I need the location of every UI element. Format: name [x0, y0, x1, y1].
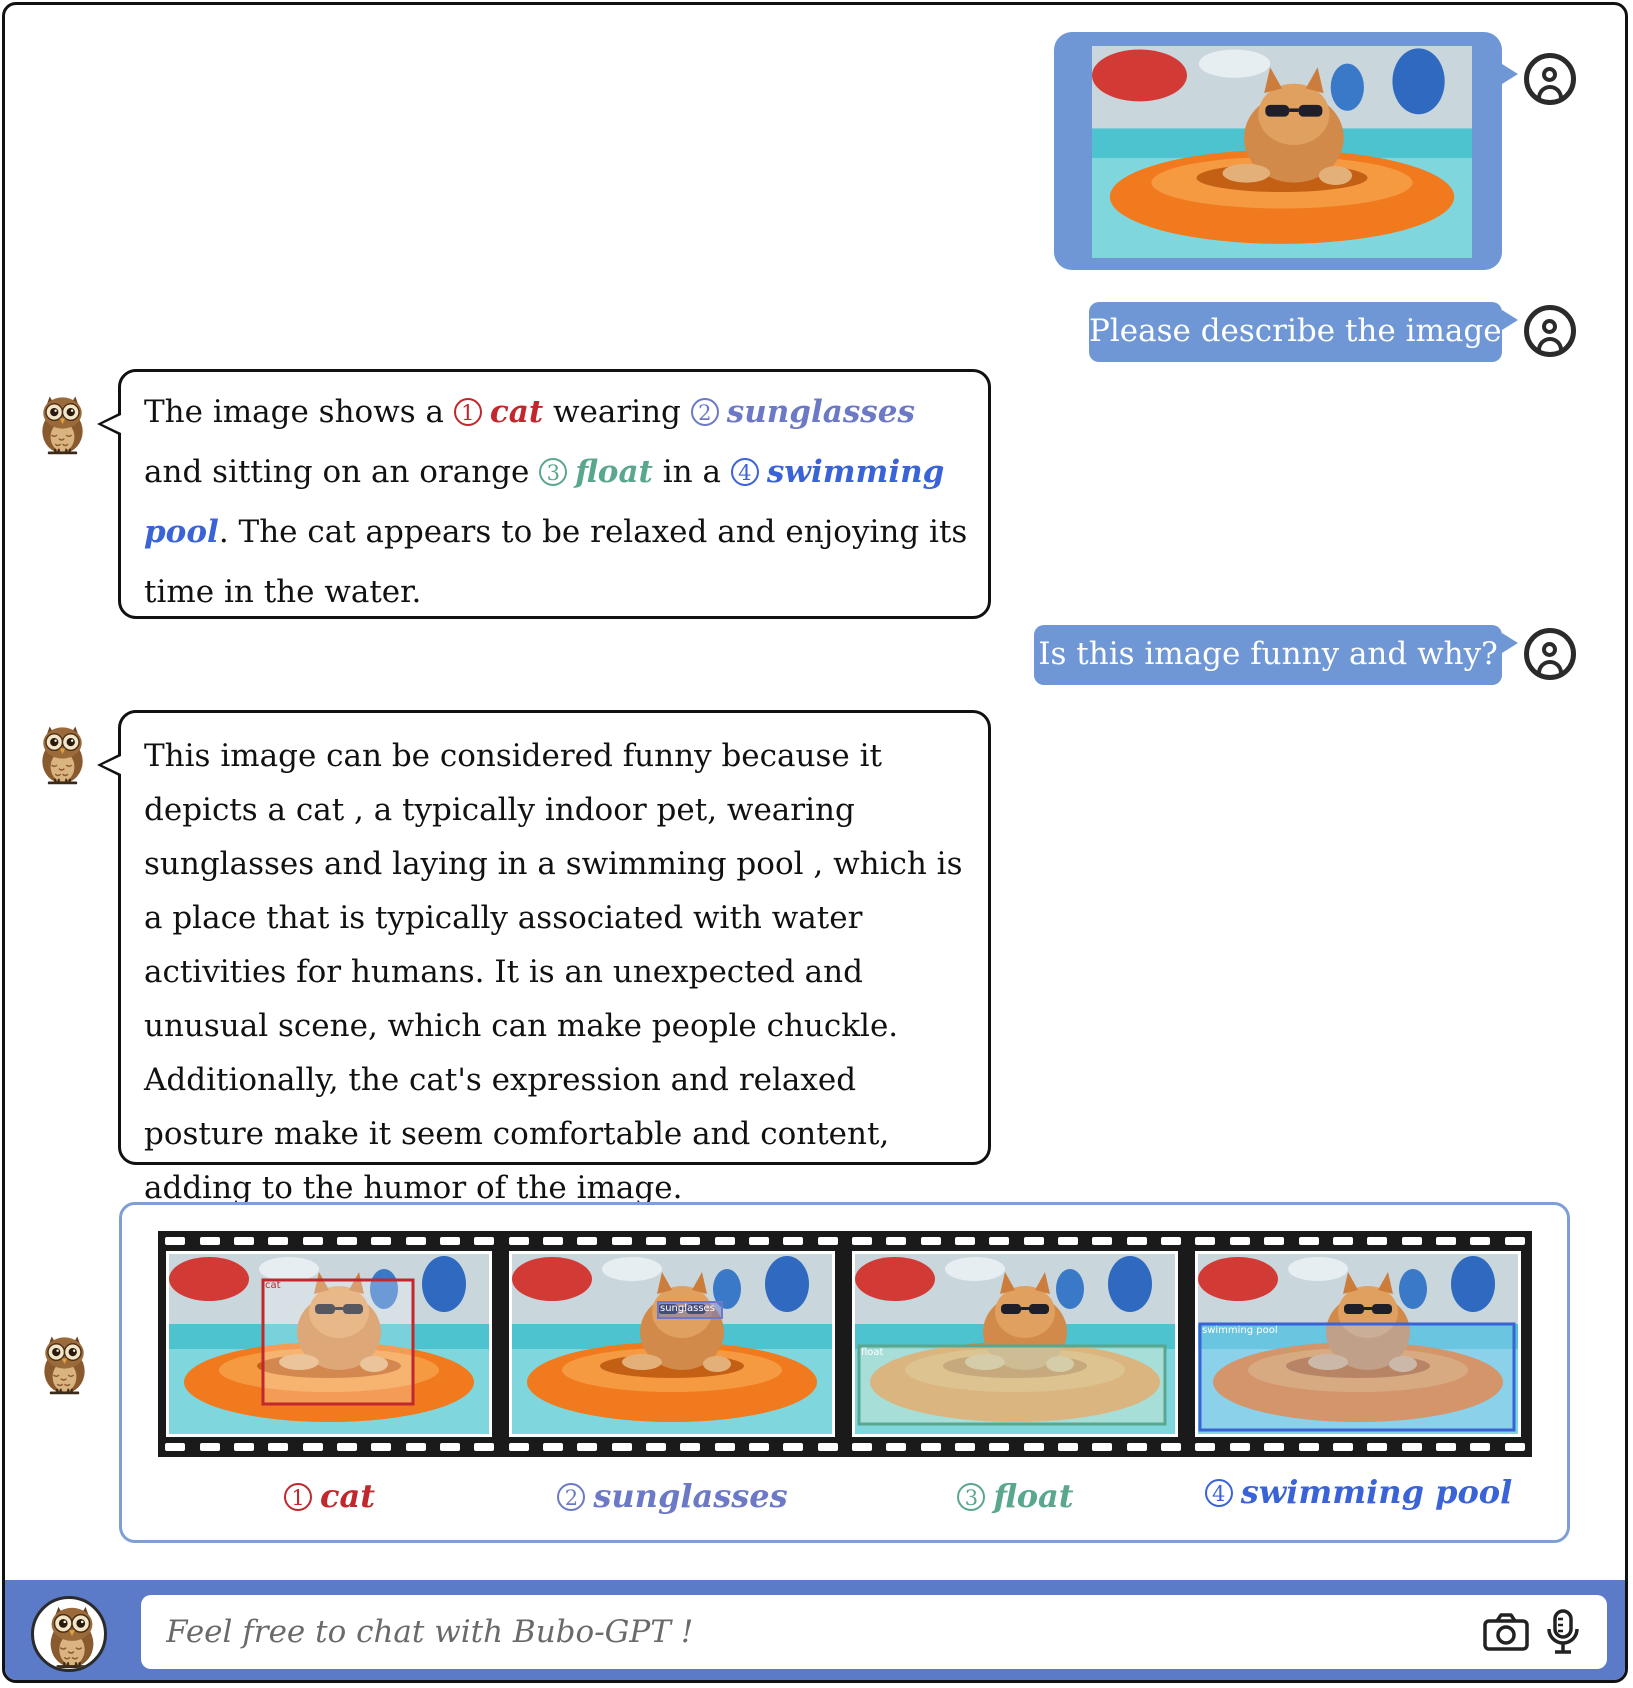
user-message-bubble: Please describe the image.: [1089, 302, 1518, 362]
film-perforations: [158, 1439, 1532, 1455]
text-span: and: [144, 454, 203, 490]
bot-message-bubble: This image can be considered funny becau…: [97, 710, 991, 1206]
bot-message-bubble: The image shows a 1 cat wearing 2 sunglass…: [97, 369, 991, 622]
tag-label: cat: [320, 1477, 375, 1515]
box-label: float: [861, 1347, 884, 1358]
tag-number: 1: [453, 398, 482, 426]
user-image-bubble: [1054, 32, 1518, 270]
text-span: in a: [662, 454, 721, 490]
chat-input-container: [141, 1595, 1607, 1669]
user-circle-icon: [1524, 628, 1576, 680]
tag-number: 3: [539, 458, 568, 486]
film-frame-float[interactable]: float: [852, 1251, 1178, 1437]
film-frame-swimming-pool[interactable]: swimming pool: [1195, 1251, 1521, 1437]
box-label: sunglasses: [660, 1303, 715, 1314]
tag-float[interactable]: 3 float: [539, 454, 653, 490]
film-perforations: [158, 1233, 1532, 1249]
bot-message-text: This image can be considered funny becau…: [144, 738, 963, 1206]
owl-icon: [35, 721, 90, 787]
grounding-filmstrip-panel: cat sunglasses float swimming pool 1 cat…: [119, 1202, 1570, 1543]
chat-window: Please describe the image. The image sho…: [2, 2, 1628, 1683]
tag-number: 4: [1204, 1479, 1233, 1507]
uploaded-image: [1092, 46, 1472, 258]
user-message-bubble: Is this image funny and why?: [1034, 625, 1518, 685]
filmstrip-label-swimming-pool: 4 swimming pool: [1187, 1473, 1530, 1511]
tag-label: sunglasses: [593, 1477, 788, 1515]
box-label: swimming pool: [1202, 1325, 1278, 1336]
user-message-text: Please describe the image.: [1089, 313, 1512, 349]
owl-icon: [37, 1331, 92, 1397]
tag-label: float: [993, 1477, 1074, 1515]
text-span: The image shows a: [144, 394, 444, 430]
filmstrip: cat sunglasses float swimming pool: [158, 1231, 1532, 1457]
owl-icon: [35, 391, 90, 457]
tag-label: cat: [489, 394, 544, 430]
user-circle-icon: [1524, 305, 1576, 357]
tag-number: 3: [957, 1483, 986, 1511]
user-circle-icon: [1524, 53, 1576, 105]
chat-input-bar: [5, 1580, 1625, 1680]
tag-cat[interactable]: 1 cat: [453, 394, 544, 430]
microphone-icon[interactable]: [1545, 1609, 1581, 1655]
tag-label: sunglasses: [726, 394, 915, 430]
chat-input[interactable]: [166, 1595, 1426, 1669]
tag-label: swimming pool: [1240, 1473, 1513, 1511]
camera-icon[interactable]: [1483, 1612, 1529, 1652]
text-span: sitting on an orange: [212, 454, 530, 490]
filmstrip-label-cat: 1 cat: [158, 1477, 501, 1515]
text-span: The cat appears to be relaxed and enjoyi…: [144, 514, 968, 610]
box-label: cat: [265, 1280, 281, 1291]
user-message-text: Is this image funny and why?: [1038, 636, 1498, 672]
filmstrip-label-sunglasses: 2 sunglasses: [501, 1477, 844, 1515]
owl-icon: [31, 1596, 107, 1672]
tag-label: float: [575, 454, 653, 490]
bot-message-text: The image shows a 1 cat wearing 2 sunglass…: [144, 382, 974, 622]
tag-sunglasses[interactable]: 2 sunglasses: [690, 394, 915, 430]
film-frame-sunglasses[interactable]: sunglasses: [509, 1251, 835, 1437]
text-span: wearing: [553, 394, 681, 430]
text-span: .: [218, 514, 229, 550]
tag-number: 4: [730, 458, 759, 486]
filmstrip-label-float: 3 float: [844, 1477, 1187, 1515]
film-frame-cat[interactable]: cat: [166, 1251, 492, 1437]
tag-number: 2: [557, 1483, 586, 1511]
tag-number: 2: [690, 398, 719, 426]
tag-number: 1: [284, 1483, 312, 1511]
